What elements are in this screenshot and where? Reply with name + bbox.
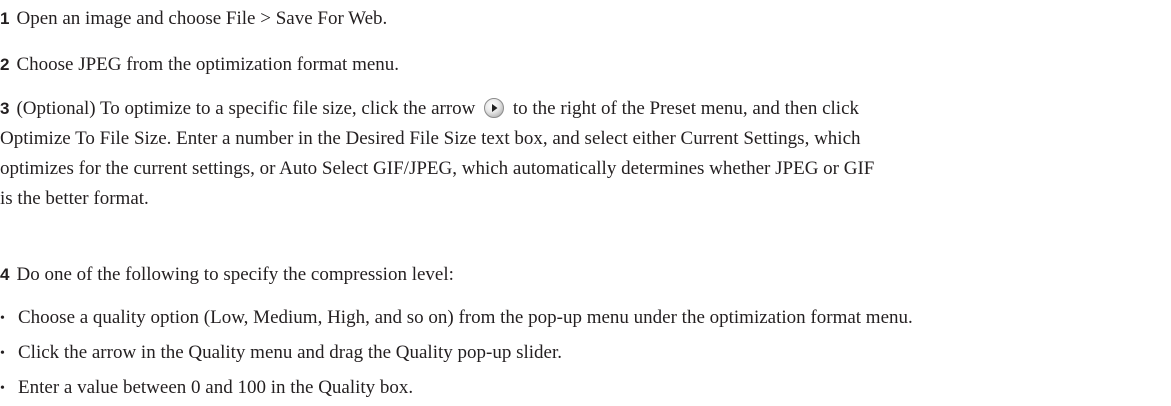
- step-3-line-3: optimizes for the current settings, or A…: [0, 158, 875, 179]
- step-1: 1 Open an image and choose File > Save Fo…: [0, 4, 387, 34]
- step-text-part: (Optional) To optimize to a specific fil…: [16, 98, 476, 119]
- step-text: Open an image and choose File > Save For…: [16, 8, 388, 29]
- bullet-text: Enter a value between 0 and 100 in the Q…: [18, 377, 414, 398]
- step-number: 2: [0, 55, 10, 74]
- bullet-item: • Enter a value between 0 and 100 in the …: [0, 373, 413, 404]
- circle-arrow-right-icon: [484, 98, 505, 118]
- step-number: 1: [0, 9, 10, 28]
- step-text: Do one of the following to specify the c…: [16, 264, 454, 285]
- step-text: Choose JPEG from the optimization format…: [16, 54, 400, 75]
- step-3: 3 (Optional) To optimize to a specific fi…: [0, 94, 874, 214]
- bullet-dot: •: [0, 346, 5, 361]
- bullet-text: Click the arrow in the Quality menu and …: [18, 342, 563, 363]
- step-text-part: to the right of the Preset menu, and the…: [512, 98, 860, 119]
- step-2: 2 Choose JPEG from the optimization forma…: [0, 50, 399, 80]
- step-3-line-2: Optimize To File Size. Enter a number in…: [0, 128, 861, 149]
- bullet-item: • Click the arrow in the Quality menu and…: [0, 338, 562, 369]
- step-number: 3: [0, 99, 10, 118]
- step-4: 4 Do one of the following to specify the …: [0, 260, 454, 290]
- bullet-text: Choose a quality option (Low, Medium, Hi…: [18, 307, 913, 328]
- step-number: 4: [0, 265, 10, 284]
- step-3-line-4: is the better format.: [0, 188, 149, 209]
- bullet-dot: •: [0, 311, 5, 326]
- step-3-line-1: 3 (Optional) To optimize to a specific fi…: [0, 94, 874, 124]
- bullet-dot: •: [0, 381, 5, 396]
- bullet-item: • Choose a quality option (Low, Medium, H…: [0, 303, 913, 334]
